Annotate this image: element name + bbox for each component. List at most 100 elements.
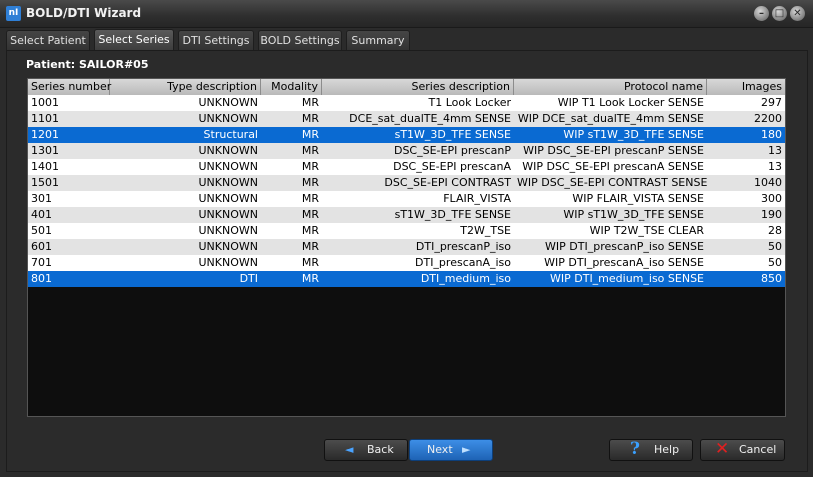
images-cell: 13 (768, 144, 782, 157)
table-row[interactable]: 601 UNKNOWN MR DTI_prescanP_iso WIP DTI_pres… (28, 239, 785, 255)
table-header: Series number Type description Modality … (28, 79, 785, 95)
type-description-cell: UNKNOWN (198, 144, 259, 157)
images-cell: 13 (768, 160, 782, 173)
protocol-name-cell: WIP T1 Look Locker SENSE (557, 96, 704, 109)
series-description-cell: FLAIR_VISTA (443, 192, 511, 205)
modality-cell: MR (301, 208, 319, 221)
title-bar: nI BOLD/DTI Wizard – □ ✕ (0, 0, 813, 28)
images-cell: 850 (761, 272, 782, 285)
type-description-cell: UNKNOWN (198, 96, 259, 109)
series-number-cell: 601 (31, 240, 52, 253)
protocol-name-cell: WIP sT1W_3D_TFE SENSE (563, 128, 704, 141)
protocol-name-cell: WIP T2W_TSE CLEAR (589, 224, 704, 237)
protocol-name-cell: WIP DTI_medium_iso SENSE (550, 272, 704, 285)
cancel-icon: ✕ (715, 439, 730, 459)
column-header-images[interactable]: Images (707, 79, 785, 95)
protocol-name-cell: WIP FLAIR_VISTA SENSE (572, 192, 704, 205)
modality-cell: MR (301, 240, 319, 253)
modality-cell: MR (301, 176, 319, 189)
type-description-cell: UNKNOWN (198, 160, 259, 173)
minimize-icon: – (759, 8, 764, 19)
type-description-cell: UNKNOWN (198, 176, 259, 189)
images-cell: 28 (768, 224, 782, 237)
series-description-cell: DSC_SE-EPI prescanA (393, 160, 511, 173)
table-row[interactable]: 1401 UNKNOWN MR DSC_SE-EPI prescanA WIP DSC_… (28, 159, 785, 175)
protocol-name-cell: WIP DCE_sat_dualTE_4mm SENSE (517, 112, 704, 125)
window-title: BOLD/DTI Wizard (26, 6, 142, 20)
series-number-cell: 1401 (31, 160, 59, 173)
protocol-name-cell: WIP DTI_prescanP_iso SENSE (545, 240, 704, 253)
images-cell: 50 (768, 240, 782, 253)
images-cell: 190 (761, 208, 782, 221)
series-number-cell: 1301 (31, 144, 59, 157)
help-icon: ? (630, 439, 640, 459)
type-description-cell: UNKNOWN (198, 192, 259, 205)
close-button[interactable]: ✕ (790, 6, 805, 21)
table-row[interactable]: 1001 UNKNOWN MR T1 Look Locker WIP T1 Look L… (28, 95, 785, 111)
series-table[interactable]: Series number Type description Modality … (27, 78, 786, 417)
images-cell: 1040 (754, 176, 782, 189)
help-button[interactable]: ? Help (609, 439, 693, 461)
table-row[interactable]: 1301 UNKNOWN MR DSC_SE-EPI prescanP WIP DSC_… (28, 143, 785, 159)
arrow-left-icon: ◄ (345, 443, 354, 456)
modality-cell: MR (301, 272, 319, 285)
column-header-modality[interactable]: Modality (261, 79, 322, 95)
modality-cell: MR (301, 192, 319, 205)
back-label: Back (367, 443, 394, 456)
arrow-right-icon: ► (462, 443, 471, 456)
protocol-name-cell: WIP sT1W_3D_TFE SENSE (563, 208, 704, 221)
table-row[interactable]: 401 UNKNOWN MR sT1W_3D_TFE SENSE WIP sT1W_3D… (28, 207, 785, 223)
cancel-button[interactable]: ✕ Cancel (700, 439, 785, 461)
series-description-cell: DTI_prescanP_iso (415, 240, 511, 253)
series-number-cell: 1501 (31, 176, 59, 189)
series-description-cell: T1 Look Locker (428, 96, 511, 109)
table-row[interactable]: 801 DTI MR DTI_medium_iso WIP DTI_medium_iso… (28, 271, 785, 287)
series-description-cell: sT1W_3D_TFE SENSE (394, 128, 511, 141)
type-description-cell: UNKNOWN (198, 240, 259, 253)
tab-bold-settings[interactable]: BOLD Settings (258, 30, 342, 50)
series-number-cell: 301 (31, 192, 52, 205)
protocol-name-cell: WIP DSC_SE-EPI prescanP SENSE (523, 144, 704, 157)
column-header-protocol-name[interactable]: Protocol name (514, 79, 707, 95)
tab-dti-settings[interactable]: DTI Settings (178, 30, 254, 50)
table-row[interactable]: 701 UNKNOWN MR DTI_prescanA_iso WIP DTI_pres… (28, 255, 785, 271)
column-header-series-number[interactable]: Series number (28, 79, 111, 95)
table-row[interactable]: 1101 UNKNOWN MR DCE_sat_dualTE_4mm SENSE WIP… (28, 111, 785, 127)
modality-cell: MR (301, 256, 319, 269)
modality-cell: MR (301, 160, 319, 173)
series-description-cell: sT1W_3D_TFE SENSE (394, 208, 511, 221)
modality-cell: MR (301, 128, 319, 141)
table-row[interactable]: 1501 UNKNOWN MR DSC_SE-EPI CONTRAST WIP DSC_… (28, 175, 785, 191)
type-description-cell: UNKNOWN (198, 208, 259, 221)
next-button[interactable]: Next ► (409, 439, 493, 461)
protocol-name-cell: WIP DSC_SE-EPI CONTRAST SENSE (517, 176, 707, 189)
column-header-series-description[interactable]: Series description (322, 79, 514, 95)
table-row[interactable]: 1201 Structural MR sT1W_3D_TFE SENSE WIP sT1… (28, 127, 785, 143)
column-header-type-description[interactable]: Type description (110, 79, 261, 95)
series-description-cell: DSC_SE-EPI prescanP (393, 144, 511, 157)
protocol-name-cell: WIP DSC_SE-EPI prescanA SENSE (522, 160, 704, 173)
images-cell: 300 (761, 192, 782, 205)
table-row[interactable]: 501 UNKNOWN MR T2W_TSE WIP T2W_TSE CLEAR 28 (28, 223, 785, 239)
tab-select-series[interactable]: Select Series (94, 29, 174, 51)
images-cell: 180 (761, 128, 782, 141)
type-description-cell: Structural (203, 128, 258, 141)
series-number-cell: 801 (31, 272, 52, 285)
help-label: Help (654, 443, 680, 456)
table-row[interactable]: 301 UNKNOWN MR FLAIR_VISTA WIP FLAIR_VISTA S… (28, 191, 785, 207)
minimize-button[interactable]: – (754, 6, 769, 21)
series-number-cell: 501 (31, 224, 52, 237)
series-description-cell: DSC_SE-EPI CONTRAST (384, 176, 511, 189)
series-number-cell: 1001 (31, 96, 59, 109)
maximize-button[interactable]: □ (772, 6, 787, 21)
tab-select-patient[interactable]: Select Patient (6, 30, 90, 50)
series-description-cell: DTI_prescanA_iso (415, 256, 511, 269)
back-button[interactable]: ◄ Back (324, 439, 408, 461)
next-label: Next (427, 443, 453, 456)
tab-summary[interactable]: Summary (346, 30, 410, 50)
series-description-cell: T2W_TSE (460, 224, 511, 237)
series-number-cell: 1201 (31, 128, 59, 141)
modality-cell: MR (301, 224, 319, 237)
type-description-cell: UNKNOWN (198, 112, 259, 125)
series-number-cell: 401 (31, 208, 52, 221)
